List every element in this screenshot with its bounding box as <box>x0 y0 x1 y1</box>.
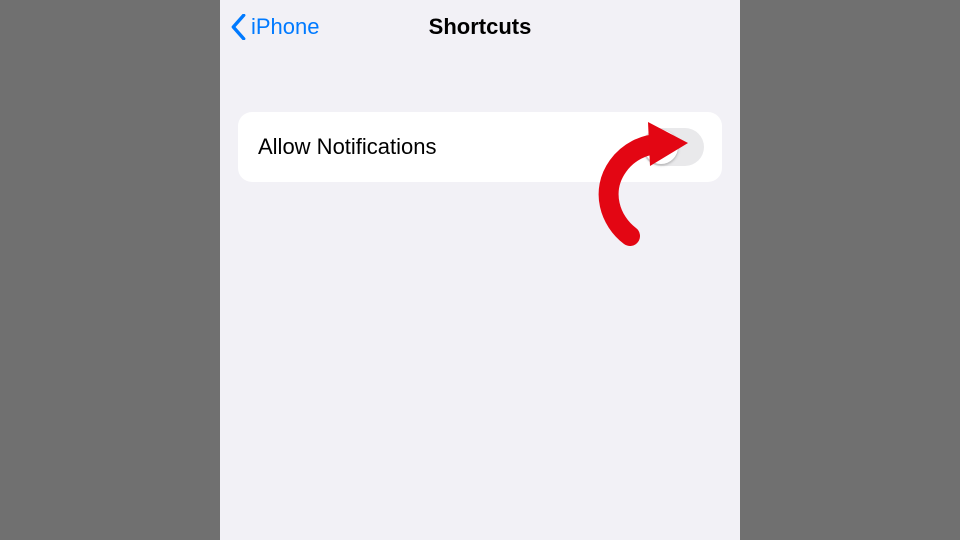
phone-screen: iPhone Shortcuts Allow Notifications <box>220 0 740 540</box>
settings-group: Allow Notifications <box>238 112 722 182</box>
allow-notifications-toggle[interactable] <box>642 128 704 166</box>
back-button[interactable]: iPhone <box>230 14 320 40</box>
toggle-knob <box>644 130 678 164</box>
chevron-left-icon <box>230 14 247 40</box>
page-title: Shortcuts <box>429 14 532 40</box>
navigation-bar: iPhone Shortcuts <box>220 0 740 54</box>
back-button-label: iPhone <box>251 14 320 40</box>
allow-notifications-label: Allow Notifications <box>258 134 437 160</box>
allow-notifications-row: Allow Notifications <box>238 112 722 182</box>
